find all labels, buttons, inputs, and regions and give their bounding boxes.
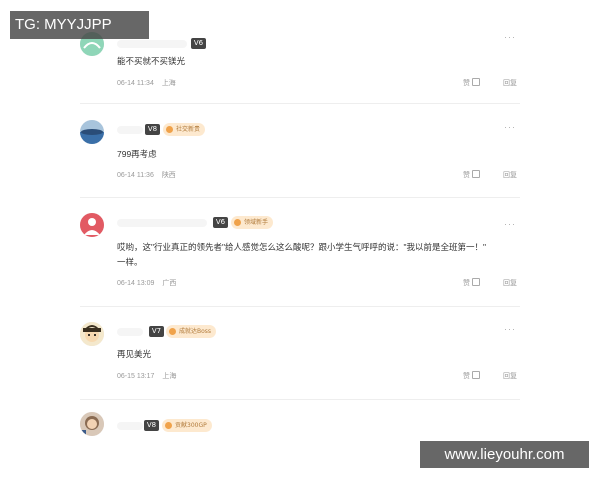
user-tag-label: 成就达Boss <box>179 328 212 335</box>
level-badge: V6 <box>213 217 228 228</box>
comment-location: 上海 <box>161 80 176 87</box>
thumbs-up-icon <box>472 170 480 178</box>
username-blurred[interactable] <box>117 126 143 134</box>
level-badge: V6 <box>191 38 206 49</box>
comment-meta: 06-15 13:17 上海 <box>117 371 176 381</box>
level-badge: V7 <box>149 326 164 337</box>
badge-icon <box>169 328 176 335</box>
user-tag-badge: 贡献300GP <box>162 419 212 432</box>
comment-item-3: V6 领域新手 ··· 哎哟，这"行业真正的领先者"给人感觉怎么这么酸呢？跟小学… <box>80 211 520 307</box>
comment-location: 上海 <box>162 373 177 380</box>
reply-button[interactable]: 回复 <box>503 278 517 288</box>
user-tag-label: 贡献300GP <box>175 422 207 429</box>
comment-feed: V6 ··· 能不买就不买镁光 06-14 11:34 上海 赞 回复 V8 社… <box>0 0 600 480</box>
like-button[interactable]: 赞 <box>463 170 480 180</box>
level-badge: V8 <box>145 124 160 135</box>
like-label: 赞 <box>463 280 470 287</box>
comment-text: 799再考虑 <box>117 149 157 159</box>
thumbs-up-icon <box>472 78 480 86</box>
badge-icon <box>234 219 241 226</box>
user-tag-label: 领域新手 <box>244 219 269 226</box>
thumbs-up-icon <box>472 371 480 379</box>
thumbs-up-icon <box>472 278 480 286</box>
like-label: 赞 <box>463 172 470 179</box>
comment-item-2: V8 社交新贵 ··· 799再考虑 06-14 11:36 陕西 赞 回复 <box>80 118 520 198</box>
more-options-icon[interactable]: ··· <box>504 324 516 334</box>
comment-time: 06-14 11:36 <box>117 172 154 179</box>
comment-item-4: V7 成就达Boss ··· 再见美光 06-15 13:17 上海 赞 回复 <box>80 320 520 400</box>
user-tag-badge: 成就达Boss <box>166 325 217 338</box>
user-tag-label: 社交新贵 <box>176 126 201 133</box>
like-button[interactable]: 赞 <box>463 278 480 288</box>
watermark-bottom: www.lieyouhr.com <box>420 441 589 468</box>
username-blurred[interactable] <box>117 328 143 336</box>
comment-meta: 06-14 13:09 广西 <box>117 278 176 288</box>
comment-text-line-2: 一样。 <box>117 257 143 267</box>
user-tag-badge: 社交新贵 <box>163 123 206 136</box>
avatar-icon[interactable] <box>80 322 104 346</box>
avatar-icon[interactable] <box>80 120 104 144</box>
more-options-icon[interactable]: ··· <box>504 32 516 42</box>
user-tag-badge: 领域新手 <box>231 216 274 229</box>
like-button[interactable]: 赞 <box>463 78 480 88</box>
reply-button[interactable]: 回复 <box>503 170 517 180</box>
username-blurred[interactable] <box>117 219 207 227</box>
comment-time: 06-15 13:17 <box>117 373 155 380</box>
reply-button[interactable]: 回复 <box>503 371 517 381</box>
badge-icon <box>165 422 172 429</box>
comment-time: 06-14 13:09 <box>117 280 155 287</box>
reply-button[interactable]: 回复 <box>503 78 517 88</box>
like-button[interactable]: 赞 <box>463 371 480 381</box>
username-blurred[interactable] <box>117 422 143 430</box>
watermark-top: TG: MYYJJPP <box>10 11 149 39</box>
heart-icon <box>166 126 173 133</box>
comment-text-line-1: 哎哟，这"行业真正的领先者"给人感觉怎么这么酸呢？跟小学生气呼呼的说："我以前是… <box>117 242 487 252</box>
username-blurred[interactable] <box>117 40 187 48</box>
comment-meta: 06-14 11:34 上海 <box>117 78 176 88</box>
like-label: 赞 <box>463 373 470 380</box>
avatar-icon[interactable] <box>80 213 104 237</box>
comment-time: 06-14 11:34 <box>117 80 154 87</box>
comment-meta: 06-14 11:36 陕西 <box>117 170 176 180</box>
more-options-icon[interactable]: ··· <box>504 122 516 132</box>
comment-location: 陕西 <box>161 172 176 179</box>
avatar-icon[interactable] <box>80 412 104 436</box>
comment-location: 广西 <box>162 280 177 287</box>
more-options-icon[interactable]: ··· <box>504 219 516 229</box>
comment-text: 能不买就不买镁光 <box>117 56 186 66</box>
level-badge: V8 <box>144 420 159 431</box>
comment-text: 再见美光 <box>117 349 152 359</box>
like-label: 赞 <box>463 80 470 87</box>
